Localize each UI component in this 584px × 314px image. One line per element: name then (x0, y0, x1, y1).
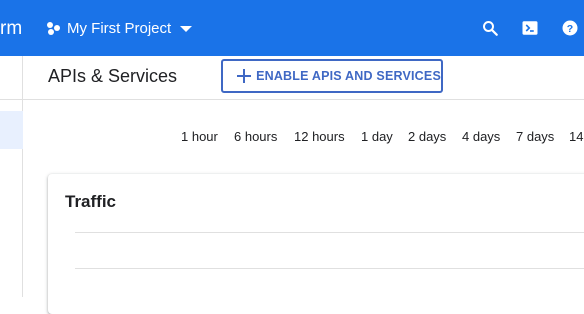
time-option-12-hours[interactable]: 12 hours (294, 129, 345, 144)
time-option-1-day[interactable]: 1 day (361, 129, 393, 144)
help-icon[interactable]: ? (558, 16, 582, 40)
enable-apis-button[interactable]: ENABLE APIS AND SERVICES (221, 59, 443, 93)
brand-name-fragment[interactable]: rm (0, 17, 22, 41)
cloud-shell-icon[interactable] (518, 16, 542, 40)
rail-divider (0, 99, 23, 100)
traffic-card: Traffic (48, 174, 584, 314)
project-name: My First Project (67, 19, 172, 37)
traffic-card-title: Traffic (65, 192, 117, 211)
time-option-4-days[interactable]: 4 days (462, 129, 500, 144)
caret-down-icon (180, 26, 193, 32)
chart-gridline (75, 232, 584, 233)
search-icon[interactable] (478, 16, 502, 40)
project-dots-icon (45, 20, 61, 36)
plus-icon (237, 69, 252, 83)
time-range-selector: 1 hour 6 hours 12 hours 1 day 2 days 4 d… (0, 129, 584, 147)
time-option-6-hours[interactable]: 6 hours (234, 129, 277, 144)
enable-apis-button-label: ENABLE APIS AND SERVICES (256, 69, 441, 83)
top-app-bar: rm My First Project ? (0, 0, 584, 56)
time-option-14-days[interactable]: 14 (569, 129, 583, 144)
page-header: APIs & Services ENABLE APIS AND SERVICES (23, 56, 584, 100)
page-title: APIs & Services (48, 66, 178, 86)
chart-gridline (75, 268, 584, 269)
svg-text:?: ? (567, 23, 573, 35)
project-picker[interactable]: My First Project (45, 13, 193, 43)
left-navigation-rail (0, 56, 23, 297)
time-option-1-hour[interactable]: 1 hour (181, 129, 218, 144)
time-option-7-days[interactable]: 7 days (516, 129, 554, 144)
time-option-2-days[interactable]: 2 days (408, 129, 446, 144)
